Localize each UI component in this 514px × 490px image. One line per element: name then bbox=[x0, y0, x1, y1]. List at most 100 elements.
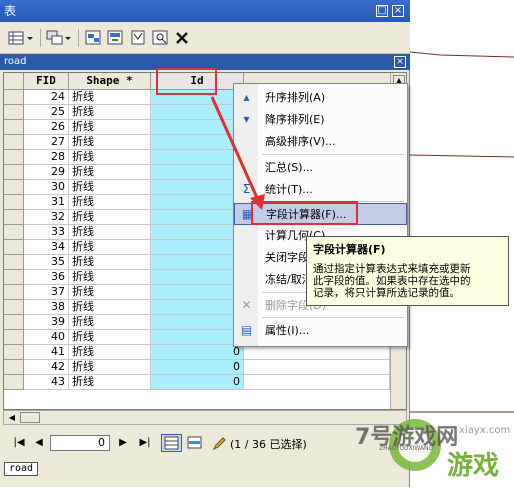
cell-shape[interactable]: 折线 bbox=[69, 90, 151, 105]
cell-shape[interactable]: 折线 bbox=[69, 285, 151, 300]
row-selector[interactable] bbox=[4, 90, 24, 105]
cell-id[interactable] bbox=[151, 270, 244, 285]
row-selector[interactable] bbox=[4, 330, 24, 345]
restore-button[interactable]: □ bbox=[376, 5, 388, 17]
row-selector[interactable] bbox=[4, 375, 24, 390]
cell-fid[interactable]: 38 bbox=[24, 300, 69, 315]
menu-item[interactable]: ▾ 降序排列(E) bbox=[234, 109, 407, 131]
cell-fid[interactable]: 32 bbox=[24, 210, 69, 225]
menu-item[interactable]: ▤ 属性(I)... bbox=[234, 320, 407, 342]
cell-fid[interactable]: 40 bbox=[24, 330, 69, 345]
cell-fid[interactable]: 28 bbox=[24, 150, 69, 165]
scroll-thumb[interactable] bbox=[20, 412, 40, 423]
cell-id[interactable] bbox=[151, 315, 244, 330]
menu-item[interactable]: Σ 统计(T)... bbox=[234, 179, 407, 201]
cell-id[interactable] bbox=[151, 105, 244, 120]
close-tab-button[interactable]: × bbox=[394, 56, 406, 68]
cell-fid[interactable]: 31 bbox=[24, 195, 69, 210]
cell-shape[interactable]: 折线 bbox=[69, 165, 151, 180]
cell-shape[interactable]: 折线 bbox=[69, 255, 151, 270]
cell-fid[interactable]: 25 bbox=[24, 105, 69, 120]
cell-id[interactable] bbox=[151, 330, 244, 345]
cell-fid[interactable]: 34 bbox=[24, 240, 69, 255]
switch-selection-icon[interactable] bbox=[107, 30, 125, 46]
cell-id[interactable] bbox=[151, 180, 244, 195]
cell-id[interactable]: 0 bbox=[151, 345, 244, 360]
cell-id[interactable] bbox=[151, 135, 244, 150]
cell-fid[interactable]: 41 bbox=[24, 345, 69, 360]
cell-shape[interactable]: 折线 bbox=[69, 345, 151, 360]
previous-record-button[interactable]: ◀ bbox=[32, 436, 46, 450]
table-options-icon[interactable] bbox=[8, 30, 26, 46]
bottom-table-tab[interactable]: road bbox=[4, 462, 38, 476]
cell-fid[interactable]: 33 bbox=[24, 225, 69, 240]
cell-shape[interactable]: 折线 bbox=[69, 105, 151, 120]
table-row[interactable]: 43 折线 0 bbox=[4, 375, 406, 390]
cell-id[interactable] bbox=[151, 225, 244, 240]
zoom-to-selected-icon[interactable] bbox=[152, 30, 170, 46]
table-row[interactable]: 42 折线 0 bbox=[4, 360, 406, 375]
cell-id[interactable] bbox=[151, 285, 244, 300]
column-header-fid[interactable]: FID bbox=[24, 73, 69, 90]
scroll-left-icon[interactable]: ◀ bbox=[6, 412, 18, 423]
cell-id[interactable] bbox=[151, 210, 244, 225]
row-selector[interactable] bbox=[4, 345, 24, 360]
horizontal-scrollbar[interactable]: ◀ bbox=[3, 410, 407, 425]
cell-shape[interactable]: 折线 bbox=[69, 210, 151, 225]
menu-item[interactable]: ▴ 升序排列(A) bbox=[234, 87, 407, 109]
row-selector[interactable] bbox=[4, 105, 24, 120]
row-selector[interactable] bbox=[4, 135, 24, 150]
row-selector[interactable] bbox=[4, 270, 24, 285]
cell-id[interactable]: 0 bbox=[151, 360, 244, 375]
row-selector[interactable] bbox=[4, 240, 24, 255]
row-selector[interactable] bbox=[4, 285, 24, 300]
row-selector[interactable] bbox=[4, 255, 24, 270]
row-selector[interactable] bbox=[4, 210, 24, 225]
cell-id[interactable] bbox=[151, 240, 244, 255]
cell-id[interactable] bbox=[151, 120, 244, 135]
row-selector[interactable] bbox=[4, 120, 24, 135]
cell-fid[interactable]: 30 bbox=[24, 180, 69, 195]
select-by-attributes-icon[interactable] bbox=[85, 30, 103, 46]
first-record-button[interactable]: |◀ bbox=[12, 436, 26, 450]
row-selector[interactable] bbox=[4, 195, 24, 210]
cell-id[interactable] bbox=[151, 165, 244, 180]
cell-shape[interactable]: 折线 bbox=[69, 360, 151, 375]
cell-shape[interactable]: 折线 bbox=[69, 225, 151, 240]
row-selector[interactable] bbox=[4, 150, 24, 165]
cell-shape[interactable]: 折线 bbox=[69, 270, 151, 285]
cell-fid[interactable]: 35 bbox=[24, 255, 69, 270]
table-row[interactable]: 41 折线 0 bbox=[4, 345, 406, 360]
row-selector[interactable] bbox=[4, 360, 24, 375]
cell-shape[interactable]: 折线 bbox=[69, 180, 151, 195]
chevron-down-icon[interactable] bbox=[64, 30, 72, 46]
show-all-records-icon[interactable] bbox=[161, 434, 182, 452]
menu-item[interactable]: 汇总(S)... bbox=[234, 157, 407, 179]
window-titlebar[interactable]: 表 □ × bbox=[0, 0, 410, 22]
cell-shape[interactable]: 折线 bbox=[69, 330, 151, 345]
cell-id[interactable] bbox=[151, 195, 244, 210]
row-selector[interactable] bbox=[4, 300, 24, 315]
column-header-shape[interactable]: Shape * bbox=[69, 73, 151, 90]
row-selector[interactable] bbox=[4, 315, 24, 330]
cell-shape[interactable]: 折线 bbox=[69, 150, 151, 165]
chevron-down-icon[interactable] bbox=[26, 30, 34, 46]
cell-shape[interactable]: 折线 bbox=[69, 375, 151, 390]
cell-fid[interactable]: 36 bbox=[24, 270, 69, 285]
row-selector[interactable] bbox=[4, 180, 24, 195]
cell-shape[interactable]: 折线 bbox=[69, 300, 151, 315]
cell-fid[interactable]: 39 bbox=[24, 315, 69, 330]
cell-fid[interactable]: 42 bbox=[24, 360, 69, 375]
row-selector[interactable] bbox=[4, 225, 24, 240]
cell-fid[interactable]: 27 bbox=[24, 135, 69, 150]
cell-id[interactable] bbox=[151, 300, 244, 315]
cell-shape[interactable]: 折线 bbox=[69, 135, 151, 150]
cell-fid[interactable]: 29 bbox=[24, 165, 69, 180]
menu-item[interactable]: 高级排序(V)... bbox=[234, 131, 407, 153]
last-record-button[interactable]: ▶| bbox=[138, 436, 152, 450]
cell-shape[interactable]: 折线 bbox=[69, 315, 151, 330]
cell-fid[interactable]: 37 bbox=[24, 285, 69, 300]
cell-id[interactable]: 0 bbox=[151, 375, 244, 390]
cell-fid[interactable]: 26 bbox=[24, 120, 69, 135]
show-selected-records-icon[interactable] bbox=[186, 435, 204, 451]
